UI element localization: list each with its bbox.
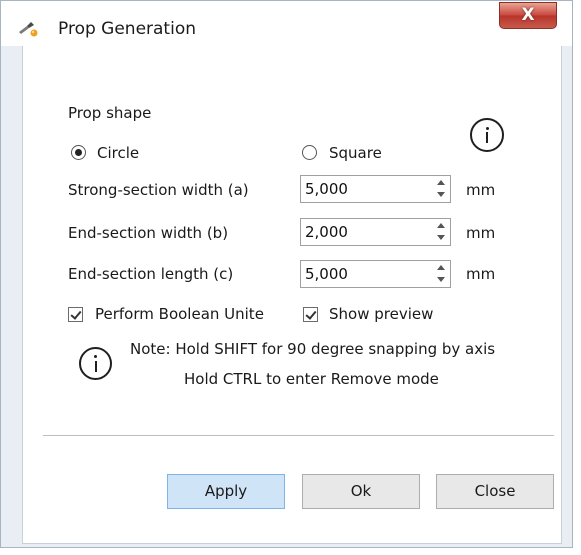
boolean-unite-label[interactable]: Perform Boolean Unite: [95, 305, 264, 323]
circle-radio-label[interactable]: Circle: [97, 144, 139, 162]
end-section-width-stepper[interactable]: [300, 218, 451, 246]
title-bar: Prop Generation X: [1, 1, 572, 46]
strong-section-width-stepper[interactable]: [300, 175, 451, 203]
stepper-arrows[interactable]: [434, 220, 448, 244]
end-section-length-unit: mm: [466, 265, 496, 283]
show-preview-label[interactable]: Show preview: [329, 305, 433, 323]
chevron-up-icon[interactable]: [437, 223, 445, 228]
info-icon[interactable]: [470, 118, 504, 152]
strong-section-width-label: Strong-section width (a): [68, 181, 249, 199]
divider: [43, 435, 554, 436]
end-section-length-label: End-section length (c): [68, 265, 234, 283]
note-line-2: Hold CTRL to enter Remove mode: [184, 370, 439, 388]
dialog-body: Prop shape Circle Square Strong-section …: [22, 46, 562, 544]
note-line-1: Note: Hold SHIFT for 90 degree snapping …: [130, 340, 496, 358]
note-info-icon: [79, 347, 112, 380]
strong-section-width-input[interactable]: [305, 179, 425, 199]
ok-button[interactable]: Ok: [302, 474, 420, 509]
window-close-button[interactable]: X: [499, 2, 557, 29]
end-section-length-input[interactable]: [305, 264, 425, 284]
end-section-width-unit: mm: [466, 224, 496, 242]
chevron-up-icon[interactable]: [437, 265, 445, 270]
window-title: Prop Generation: [58, 19, 197, 39]
chevron-up-icon[interactable]: [437, 180, 445, 185]
boolean-unite-checkbox[interactable]: [68, 307, 83, 322]
show-preview-checkbox[interactable]: [303, 307, 318, 322]
prop-generation-dialog: Prop Generation X Prop shape Circle Squa…: [0, 0, 573, 548]
chevron-down-icon[interactable]: [437, 235, 445, 240]
square-radio-label[interactable]: Square: [329, 144, 382, 162]
prop-shape-heading: Prop shape: [68, 104, 152, 122]
end-section-length-stepper[interactable]: [300, 260, 451, 288]
chevron-down-icon[interactable]: [437, 192, 445, 197]
chevron-down-icon[interactable]: [437, 277, 445, 282]
close-icon: X: [521, 5, 535, 25]
stepper-arrows[interactable]: [434, 177, 448, 201]
prop-tool-icon: [19, 22, 38, 37]
strong-section-width-unit: mm: [466, 181, 496, 199]
end-section-width-label: End-section width (b): [68, 224, 229, 242]
end-section-width-input[interactable]: [305, 222, 425, 242]
stepper-arrows[interactable]: [434, 262, 448, 286]
close-button[interactable]: Close: [436, 474, 554, 509]
apply-button[interactable]: Apply: [167, 474, 285, 509]
circle-radio[interactable]: [71, 145, 86, 160]
square-radio[interactable]: [302, 145, 317, 160]
